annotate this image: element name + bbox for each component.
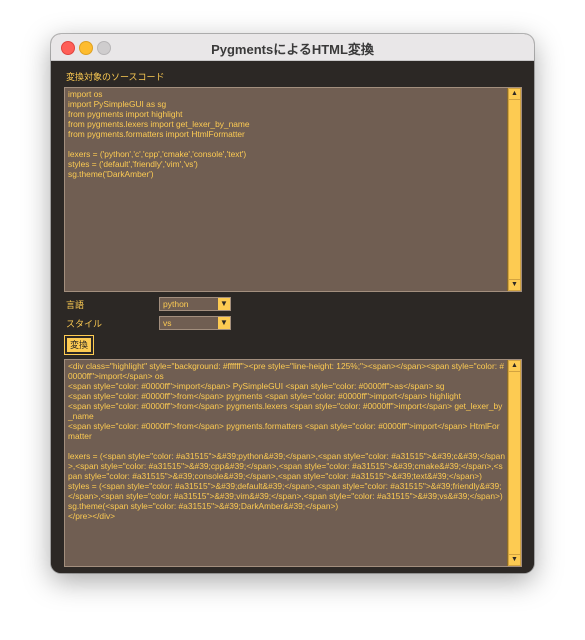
source-code-text: import os import PySimpleGUI as sg from … (68, 89, 250, 179)
language-select-value: python (163, 299, 189, 309)
language-select[interactable]: python ▼ (159, 297, 231, 311)
chevron-down-icon[interactable]: ▼ (218, 317, 230, 329)
scroll-up-arrow-icon[interactable]: ▲ (509, 89, 520, 99)
style-label: スタイル (66, 319, 103, 329)
style-select[interactable]: vs ▼ (159, 316, 231, 330)
window-title: PygmentsによるHTML変換 (211, 42, 374, 57)
html-output-text: <div class="highlight" style="background… (68, 361, 506, 521)
style-select-value: vs (163, 318, 172, 328)
source-code-label: 変換対象のソースコード (66, 72, 165, 82)
scroll-thumb[interactable] (509, 100, 520, 279)
html-output-textarea[interactable]: <div class="highlight" style="background… (64, 359, 522, 567)
app-window: PygmentsによるHTML変換 変換対象のソースコード import os … (51, 34, 534, 573)
title-bar[interactable]: PygmentsによるHTML変換 (51, 34, 534, 61)
scroll-down-arrow-icon[interactable]: ▼ (509, 280, 520, 290)
source-code-scrollbar[interactable]: ▲ ▼ (507, 88, 521, 291)
scroll-up-arrow-icon[interactable]: ▲ (509, 361, 520, 371)
scroll-thumb[interactable] (509, 372, 520, 554)
html-output-scrollbar[interactable]: ▲ ▼ (507, 360, 521, 566)
language-label: 言語 (66, 300, 85, 310)
chevron-down-icon[interactable]: ▼ (218, 298, 230, 310)
main-content: 変換対象のソースコード import os import PySimpleGUI… (51, 61, 534, 573)
source-code-textarea[interactable]: import os import PySimpleGUI as sg from … (64, 87, 522, 292)
convert-button[interactable]: 変換 (64, 335, 94, 355)
scroll-down-arrow-icon[interactable]: ▼ (509, 555, 520, 565)
